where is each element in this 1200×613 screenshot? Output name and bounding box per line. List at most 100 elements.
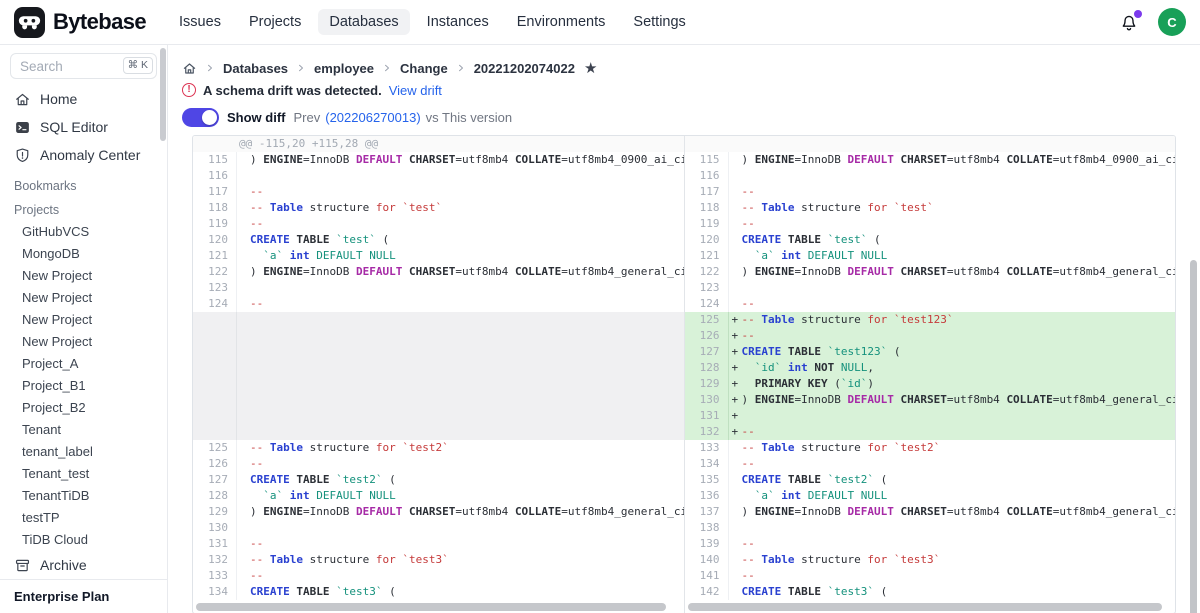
nav-item-databases[interactable]: Databases bbox=[318, 9, 409, 35]
line-number: 141 bbox=[685, 568, 729, 584]
sidebar-item-anomaly-center[interactable]: Anomaly Center bbox=[0, 141, 167, 169]
diff-row: 124-- bbox=[685, 296, 1176, 312]
nav-item-environments[interactable]: Environments bbox=[506, 9, 617, 35]
user-avatar[interactable]: C bbox=[1158, 8, 1186, 36]
scrollbar-thumb[interactable] bbox=[688, 603, 1163, 611]
nav-item-projects[interactable]: Projects bbox=[238, 9, 312, 35]
project-item[interactable]: New Project bbox=[0, 287, 167, 309]
line-number bbox=[193, 328, 237, 344]
search-shortcut-badge: ⌘ K bbox=[123, 57, 153, 74]
diff-marker bbox=[237, 296, 250, 312]
bookmark-star-icon[interactable]: ★ bbox=[584, 61, 597, 76]
diff-row: 115) ENGINE=InnoDB DEFAULT CHARSET=utf8m… bbox=[193, 152, 684, 168]
code-line: -- Table structure for `test` bbox=[250, 200, 684, 216]
code-line: -- Table structure for `test` bbox=[742, 200, 1176, 216]
code-line bbox=[742, 168, 1176, 184]
diff-row: 123 bbox=[685, 280, 1176, 296]
diff-marker bbox=[237, 376, 250, 392]
diff-row: 117-- bbox=[685, 184, 1176, 200]
bytebase-logo[interactable]: Bytebase bbox=[14, 7, 146, 38]
project-item[interactable]: MongoDB bbox=[0, 243, 167, 265]
diff-row: 116 bbox=[193, 168, 684, 184]
line-number: 134 bbox=[685, 456, 729, 472]
project-item[interactable]: Project_A bbox=[0, 353, 167, 375]
project-item[interactable]: testTP bbox=[0, 507, 167, 529]
project-item[interactable]: TenantTiDB bbox=[0, 485, 167, 507]
code-line bbox=[250, 520, 684, 536]
diff-marker bbox=[729, 280, 742, 296]
breadcrumb-item[interactable]: Databases bbox=[223, 61, 288, 76]
diff-gap-row bbox=[193, 312, 684, 328]
sidebar-scrollbar[interactable] bbox=[160, 48, 166, 141]
chevron-right-icon bbox=[295, 62, 307, 74]
sidebar: ⌘ K Home SQL Editor Anomaly Center B bbox=[0, 45, 168, 613]
line-number: 131 bbox=[685, 408, 729, 424]
diff-row: 141-- bbox=[685, 568, 1176, 584]
project-item[interactable]: Project_B2 bbox=[0, 397, 167, 419]
project-item[interactable]: New Project bbox=[0, 309, 167, 331]
show-diff-toggle[interactable] bbox=[182, 108, 219, 127]
diff-marker bbox=[237, 264, 250, 280]
nav-item-settings[interactable]: Settings bbox=[622, 9, 696, 35]
code-line: -- bbox=[742, 424, 1176, 440]
scrollbar-thumb[interactable] bbox=[196, 603, 666, 611]
line-number: 118 bbox=[685, 200, 729, 216]
diff-marker bbox=[237, 232, 250, 248]
breadcrumb: Databases employee Change 20221202074022 ★ bbox=[182, 58, 1200, 78]
code-line: ) ENGINE=InnoDB DEFAULT CHARSET=utf8mb4 … bbox=[742, 504, 1176, 520]
line-number: 136 bbox=[685, 488, 729, 504]
horizontal-scrollbar bbox=[685, 600, 1176, 613]
sidebar-item-label: SQL Editor bbox=[40, 119, 108, 135]
diff-row: 138 bbox=[685, 520, 1176, 536]
sidebar-item-sql-editor[interactable]: SQL Editor bbox=[0, 113, 167, 141]
code-line: -- Table structure for `test2` bbox=[742, 440, 1176, 456]
project-item[interactable]: New Project bbox=[0, 331, 167, 353]
code-line: `id` int NOT NULL, bbox=[742, 360, 1176, 376]
breadcrumb-item[interactable]: Change bbox=[400, 61, 448, 76]
nav-item-instances[interactable]: Instances bbox=[416, 9, 500, 35]
project-item[interactable]: TiDB Cloud bbox=[0, 529, 167, 551]
diff-marker bbox=[237, 520, 250, 536]
project-item[interactable]: tenant_label bbox=[0, 441, 167, 463]
diff-marker: + bbox=[729, 328, 742, 344]
view-drift-link[interactable]: View drift bbox=[389, 83, 442, 98]
project-item[interactable]: Project_B1 bbox=[0, 375, 167, 397]
project-item[interactable]: New Project bbox=[0, 265, 167, 287]
bookmarks-section-label: Bookmarks bbox=[0, 169, 167, 197]
diff-marker bbox=[237, 344, 250, 360]
code-line: -- bbox=[250, 216, 684, 232]
prev-version-link[interactable]: (202206270013) bbox=[325, 110, 420, 125]
notification-bell[interactable] bbox=[1118, 11, 1140, 33]
code-line: ) ENGINE=InnoDB DEFAULT CHARSET=utf8mb4 … bbox=[250, 264, 684, 280]
code-line: ) ENGINE=InnoDB DEFAULT CHARSET=utf8mb4 … bbox=[742, 152, 1176, 168]
diff-row: 121 `a` int DEFAULT NULL bbox=[193, 248, 684, 264]
diff-marker bbox=[237, 312, 250, 328]
line-number: 117 bbox=[685, 184, 729, 200]
page-scrollbar[interactable] bbox=[1190, 260, 1197, 613]
project-item[interactable]: Tenant_test bbox=[0, 463, 167, 485]
code-line bbox=[250, 280, 684, 296]
breadcrumb-home-icon[interactable] bbox=[182, 61, 197, 76]
diff-marker bbox=[237, 552, 250, 568]
sidebar-item-home[interactable]: Home bbox=[0, 85, 167, 113]
breadcrumb-item[interactable]: 20221202074022 bbox=[474, 61, 575, 76]
alert-icon: ! bbox=[182, 83, 196, 97]
code-line: -- bbox=[250, 568, 684, 584]
code-line: -- Table structure for `test3` bbox=[250, 552, 684, 568]
code-line: -- bbox=[250, 456, 684, 472]
project-item[interactable]: Tenant bbox=[0, 419, 167, 441]
project-item[interactable]: GitHubVCS bbox=[0, 221, 167, 243]
sidebar-item-archive[interactable]: Archive bbox=[0, 551, 167, 579]
breadcrumb-item[interactable]: employee bbox=[314, 61, 374, 76]
code-line: -- Table structure for `test2` bbox=[250, 440, 684, 456]
nav-item-issues[interactable]: Issues bbox=[168, 9, 232, 35]
diff-marker: + bbox=[729, 408, 742, 424]
code-line: -- bbox=[742, 456, 1176, 472]
diff-marker bbox=[237, 568, 250, 584]
code-line: -- bbox=[742, 296, 1176, 312]
code-line: CREATE TABLE `test3` ( bbox=[250, 584, 684, 600]
line-number: 138 bbox=[685, 520, 729, 536]
diff-row: 120CREATE TABLE `test` ( bbox=[685, 232, 1176, 248]
alert-text: A schema drift was detected. bbox=[203, 83, 382, 98]
diff-row: 115) ENGINE=InnoDB DEFAULT CHARSET=utf8m… bbox=[685, 152, 1176, 168]
